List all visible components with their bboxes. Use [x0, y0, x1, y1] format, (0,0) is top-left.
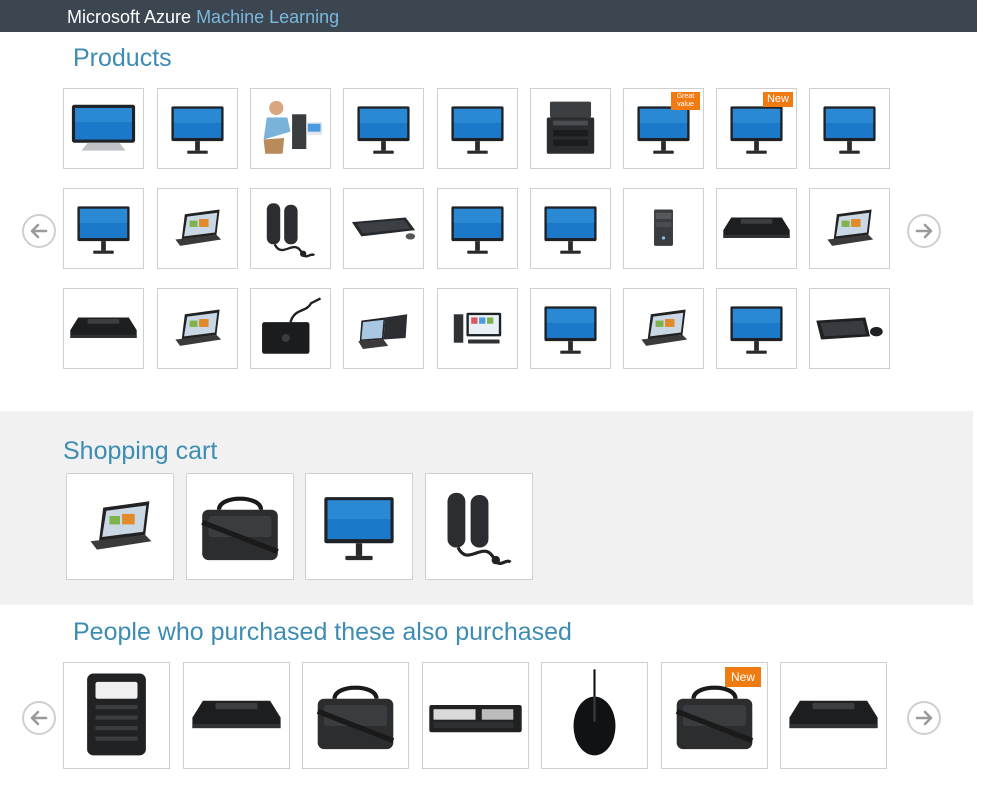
- product-tile[interactable]: [250, 188, 331, 269]
- header-bar: Microsoft Azure Machine Learning: [0, 0, 977, 32]
- cart-title: Shopping cart: [63, 437, 218, 465]
- product-tile[interactable]: [157, 188, 238, 269]
- product-tile[interactable]: [437, 88, 518, 169]
- monitor-icon: [544, 206, 597, 254]
- recommendations-prev-button[interactable]: [22, 701, 56, 735]
- monitor-icon: [451, 206, 504, 254]
- laptop-bag-icon: [316, 685, 395, 750]
- monitor-icon: [171, 106, 224, 154]
- battery-icon: [429, 705, 522, 733]
- brand-secondary: Machine Learning: [196, 7, 340, 27]
- product-badge: New: [762, 92, 793, 107]
- product-tile[interactable]: [157, 88, 238, 169]
- product-tile[interactable]: [809, 88, 890, 169]
- monitor-icon: [730, 306, 783, 354]
- brand-primary: Microsoft Azure: [67, 7, 192, 27]
- recommendation-tile[interactable]: [422, 662, 529, 769]
- product-tile[interactable]: [63, 188, 144, 269]
- external-drive-icon: [262, 297, 322, 354]
- monitor-icon: [451, 106, 504, 154]
- laptop-icon: [175, 309, 222, 346]
- product-badge: New: [724, 667, 761, 687]
- product-tile[interactable]: [623, 288, 704, 369]
- products-prev-button[interactable]: [22, 214, 56, 248]
- arrow-left-circle-icon: [30, 710, 48, 726]
- cart-item-tile[interactable]: [305, 473, 413, 580]
- arrow-right-circle-icon: [915, 223, 933, 239]
- monitor-icon: [823, 106, 876, 154]
- desktop-set-icon: [453, 312, 502, 344]
- monitor-icon: [357, 106, 410, 154]
- recommendation-tile[interactable]: [302, 662, 409, 769]
- docking-station-icon: [192, 700, 281, 729]
- recommendation-tile[interactable]: [541, 662, 648, 769]
- product-tile[interactable]: [530, 88, 611, 169]
- product-tile[interactable]: [809, 288, 890, 369]
- product-tile[interactable]: [157, 288, 238, 369]
- monitor-icon: [324, 497, 394, 561]
- speakers-icon: [447, 492, 512, 565]
- product-tile[interactable]: [63, 88, 144, 169]
- app-brand: Microsoft Azure Machine Learning: [67, 6, 339, 28]
- recommendation-tile[interactable]: [780, 662, 887, 769]
- product-tile[interactable]: [530, 188, 611, 269]
- laptop-icon: [175, 209, 222, 246]
- product-tile[interactable]: [343, 88, 424, 169]
- product-tile[interactable]: [250, 88, 331, 169]
- mouse-icon: [573, 669, 616, 756]
- product-tile[interactable]: [623, 188, 704, 269]
- recommendation-tile[interactable]: New: [661, 662, 768, 769]
- printer-icon: [546, 101, 595, 154]
- products-title: Products: [73, 44, 172, 72]
- products-next-button[interactable]: [907, 214, 941, 248]
- arrow-right-circle-icon: [915, 710, 933, 726]
- product-tile[interactable]: New: [716, 88, 797, 169]
- laptop-bag-icon: [201, 496, 279, 561]
- monitor-icon: [544, 306, 597, 354]
- keyboard-mouse-icon: [816, 317, 883, 340]
- cart-item-tile[interactable]: [425, 473, 533, 580]
- product-tile[interactable]: [716, 288, 797, 369]
- monitor-icon: [77, 206, 130, 254]
- product-tile[interactable]: [716, 188, 797, 269]
- docking-station-icon: [723, 217, 790, 238]
- product-tile[interactable]: [250, 288, 331, 369]
- docking-station-icon: [70, 317, 137, 338]
- speakers-icon: [266, 203, 316, 258]
- laptop-icon: [90, 501, 152, 550]
- recommendations-title: People who purchased these also purchase…: [73, 618, 572, 646]
- laptop-icon: [827, 209, 874, 246]
- product-tile[interactable]: [530, 288, 611, 369]
- product-tile[interactable]: [343, 188, 424, 269]
- keyboard-icon: [351, 217, 416, 240]
- cart-item-tile[interactable]: [186, 473, 294, 580]
- cart-item-tile[interactable]: [66, 473, 174, 580]
- product-tile[interactable]: [437, 288, 518, 369]
- product-tile[interactable]: Great value: [623, 88, 704, 169]
- desktop-tower-icon: [654, 209, 673, 246]
- product-badge: Great value: [671, 92, 700, 110]
- product-tile[interactable]: [63, 288, 144, 369]
- laptop-icon: [641, 309, 688, 346]
- product-tile[interactable]: [437, 188, 518, 269]
- product-tile[interactable]: [809, 188, 890, 269]
- technician-desktop-icon: [263, 100, 323, 154]
- docking-station-icon: [789, 700, 878, 729]
- arrow-left-circle-icon: [30, 223, 48, 239]
- convertible-laptop-icon: [358, 314, 408, 350]
- recommendations-next-button[interactable]: [907, 701, 941, 735]
- recommendation-tile[interactable]: [183, 662, 290, 769]
- recommendation-tile[interactable]: [63, 662, 170, 769]
- product-tile[interactable]: [343, 288, 424, 369]
- power-adapter-icon: [87, 673, 146, 756]
- monitor-touch-icon: [71, 104, 136, 151]
